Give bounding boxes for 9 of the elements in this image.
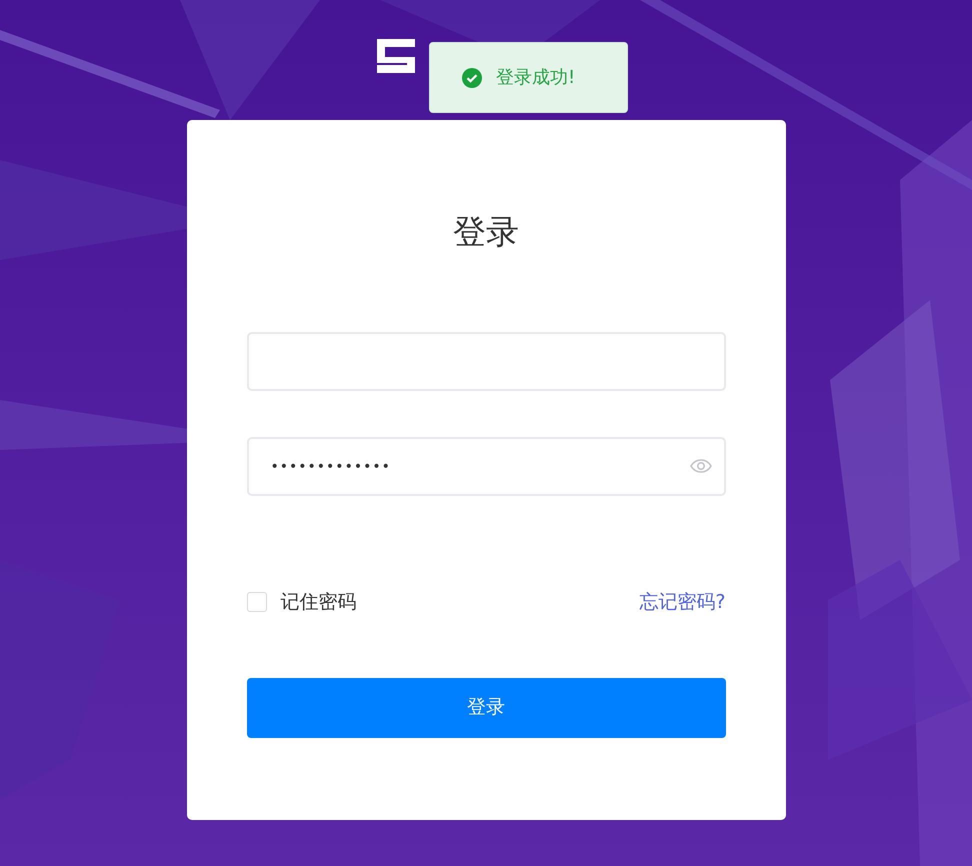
login-button[interactable]: 登录 [246, 678, 726, 738]
check-circle-icon [462, 68, 482, 88]
login-title: 登录 [452, 211, 520, 253]
remember-label: 记住密码 [280, 590, 356, 615]
password-field[interactable]: ••••••••••••• [246, 437, 726, 496]
toast-message: 登录成功! [496, 66, 576, 90]
eye-icon[interactable] [690, 459, 712, 473]
forgot-password-link[interactable]: 忘记密码? [639, 588, 726, 616]
remember-checkbox[interactable] [246, 592, 266, 612]
